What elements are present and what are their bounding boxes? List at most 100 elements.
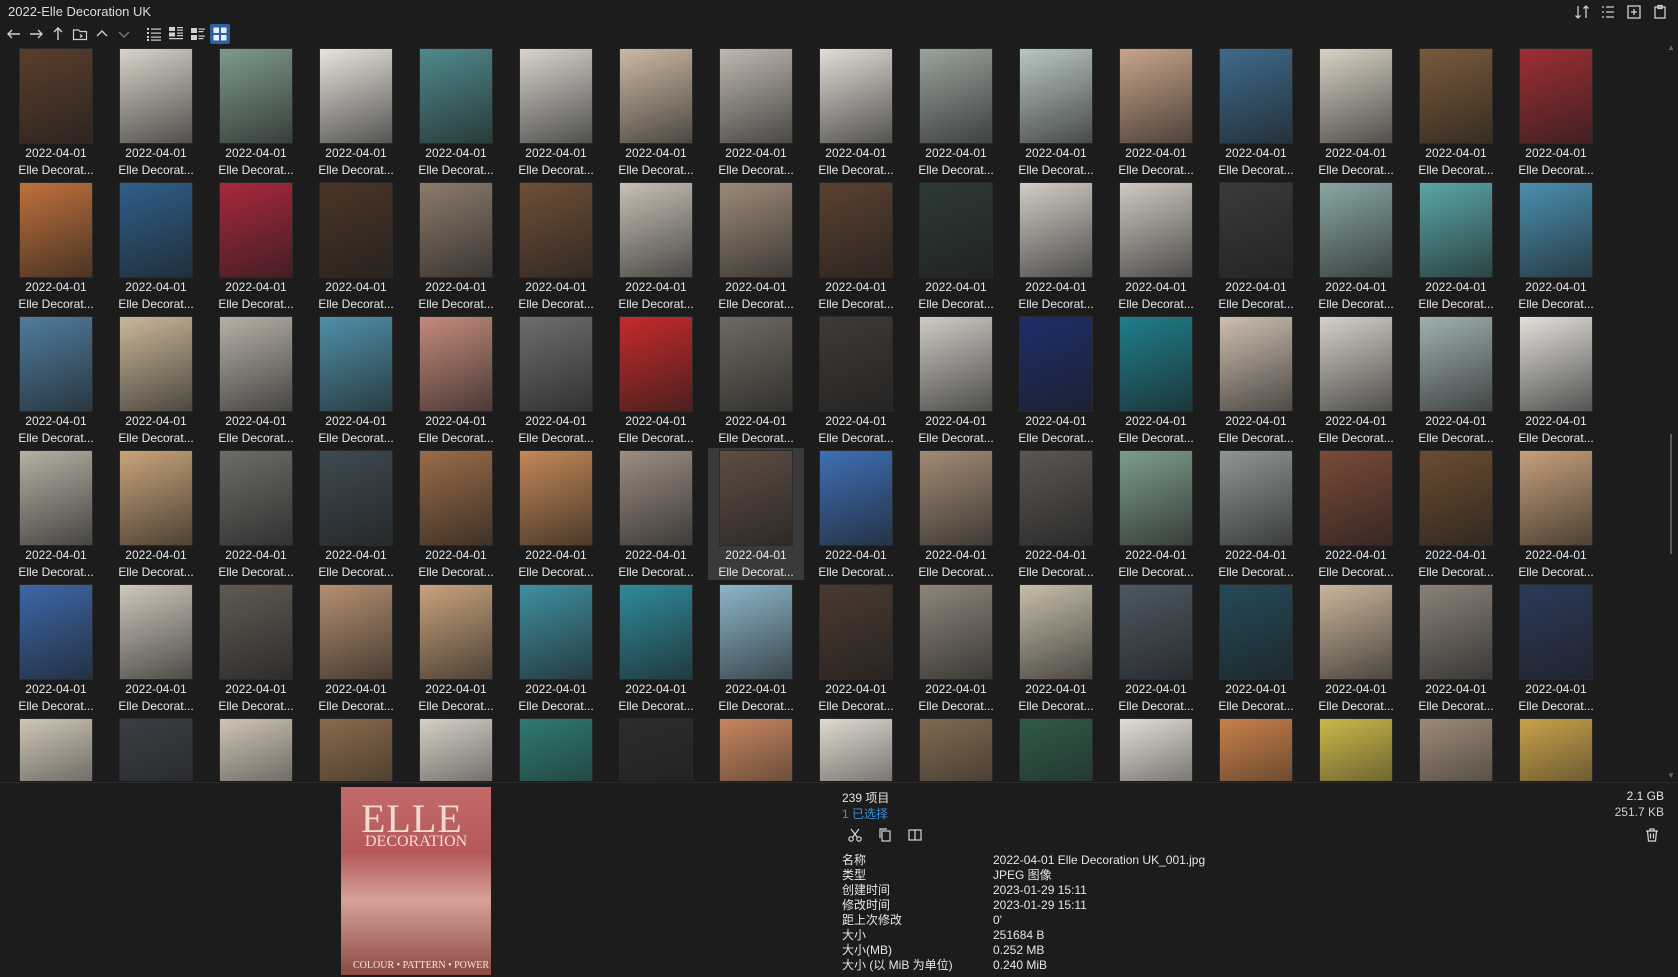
thumbnail-item[interactable]: 2022-04-01 Elle Decorat... [308, 180, 404, 312]
folder-icon[interactable] [70, 24, 90, 44]
thumbnail-item[interactable]: 2022-04-01 Elle Decorat... [1508, 180, 1604, 312]
thumbnail-item[interactable] [1308, 716, 1404, 781]
thumbnail-item[interactable]: 2022-04-01 Elle Decorat... [708, 180, 804, 312]
thumbnail-item[interactable]: 2022-04-01 Elle Decorat... [808, 314, 904, 446]
thumbnail-item[interactable]: 2022-04-01 Elle Decorat... [1008, 180, 1104, 312]
clipboard-icon[interactable] [1650, 2, 1670, 22]
thumbnail-item[interactable]: 2022-04-01 Elle Decorat... [108, 448, 204, 580]
copy-path-icon[interactable] [905, 825, 925, 845]
thumbnail-item[interactable]: 2022-04-01 Elle Decorat... [408, 448, 504, 580]
chevron-up-icon[interactable] [92, 24, 112, 44]
thumbnail-item[interactable]: 2022-04-01 Elle Decorat... [408, 46, 504, 178]
thumbnail-item[interactable]: 2022-04-01 Elle Decorat... [1108, 314, 1204, 446]
thumbnail-item[interactable]: 2022-04-01 Elle Decorat... [1408, 314, 1504, 446]
back-arrow-icon[interactable] [4, 24, 24, 44]
thumbnail-item[interactable]: 2022-04-01 Elle Decorat... [1008, 314, 1104, 446]
thumbnail-item[interactable]: 2022-04-01 Elle Decorat... [408, 180, 504, 312]
thumbnail-item[interactable]: 2022-04-01 Elle Decorat... [108, 46, 204, 178]
tiles-view-icon[interactable] [188, 24, 208, 44]
thumbnail-item[interactable]: 2022-04-01 Elle Decorat... [908, 448, 1004, 580]
thumbnail-item[interactable]: 2022-04-01 Elle Decorat... [808, 180, 904, 312]
thumbnail-item[interactable]: 2022-04-01 Elle Decorat... [208, 46, 304, 178]
thumbnail-item[interactable]: 2022-04-01 Elle Decorat... [1508, 448, 1604, 580]
chevron-down-icon[interactable] [114, 24, 134, 44]
thumbnail-item[interactable]: 2022-04-01 Elle Decorat... [908, 180, 1004, 312]
thumbnail-item[interactable] [8, 716, 104, 781]
thumbnail-item[interactable]: 2022-04-01 Elle Decorat... [808, 46, 904, 178]
thumbnail-item[interactable]: 2022-04-01 Elle Decorat... [8, 314, 104, 446]
thumbnail-item[interactable]: 2022-04-01 Elle Decorat... [1308, 180, 1404, 312]
thumbnail-item[interactable]: 2022-04-01 Elle Decorat... [1508, 46, 1604, 178]
thumbnail-item[interactable]: 2022-04-01 Elle Decorat... [1508, 582, 1604, 714]
thumbnail-item[interactable] [1008, 716, 1104, 781]
thumbnail-item[interactable]: 2022-04-01 Elle Decorat... [208, 314, 304, 446]
thumbnails-view-icon[interactable] [210, 24, 230, 44]
thumbnail-item[interactable]: 2022-04-01 Elle Decorat... [708, 448, 804, 580]
thumbnail-item[interactable]: 2022-04-01 Elle Decorat... [1308, 448, 1404, 580]
thumbnail-item[interactable]: 2022-04-01 Elle Decorat... [508, 582, 604, 714]
thumbnail-item[interactable]: 2022-04-01 Elle Decorat... [608, 448, 704, 580]
thumbnail-item[interactable]: 2022-04-01 Elle Decorat... [1008, 46, 1104, 178]
scroll-thumb[interactable] [1670, 434, 1672, 554]
list-view-icon[interactable] [144, 24, 164, 44]
scroll-down-icon[interactable]: ▼ [1667, 772, 1675, 780]
up-arrow-icon[interactable] [48, 24, 68, 44]
thumbnail-item[interactable]: 2022-04-01 Elle Decorat... [208, 180, 304, 312]
thumbnail-item[interactable]: 2022-04-01 Elle Decorat... [8, 46, 104, 178]
thumbnail-item[interactable]: 2022-04-01 Elle Decorat... [208, 448, 304, 580]
thumbnail-item[interactable]: 2022-04-01 Elle Decorat... [508, 314, 604, 446]
thumbnail-item[interactable]: 2022-04-01 Elle Decorat... [1008, 582, 1104, 714]
thumbnail-item[interactable]: 2022-04-01 Elle Decorat... [108, 582, 204, 714]
thumbnail-item[interactable]: 2022-04-01 Elle Decorat... [8, 180, 104, 312]
thumbnail-item[interactable] [908, 716, 1004, 781]
thumbnail-item[interactable]: 2022-04-01 Elle Decorat... [1408, 448, 1504, 580]
thumbnail-item[interactable]: 2022-04-01 Elle Decorat... [1008, 448, 1104, 580]
forward-arrow-icon[interactable] [26, 24, 46, 44]
thumbnail-item[interactable]: 2022-04-01 Elle Decorat... [308, 46, 404, 178]
vertical-scrollbar[interactable]: ▲ ▼ [1664, 42, 1678, 782]
thumbnail-item[interactable]: 2022-04-01 Elle Decorat... [508, 180, 604, 312]
thumbnail-item[interactable]: 2022-04-01 Elle Decorat... [608, 46, 704, 178]
thumbnail-item[interactable] [1108, 716, 1204, 781]
thumbnail-item[interactable]: 2022-04-01 Elle Decorat... [1508, 314, 1604, 446]
thumbnail-item[interactable] [1208, 716, 1304, 781]
thumbnail-item[interactable]: 2022-04-01 Elle Decorat... [1208, 46, 1304, 178]
thumbnail-item[interactable]: 2022-04-01 Elle Decorat... [1308, 46, 1404, 178]
thumbnail-item[interactable]: 2022-04-01 Elle Decorat... [1408, 180, 1504, 312]
copy-icon[interactable] [875, 825, 895, 845]
thumbnail-item[interactable]: 2022-04-01 Elle Decorat... [808, 582, 904, 714]
thumbnail-item[interactable]: 2022-04-01 Elle Decorat... [308, 448, 404, 580]
thumbnail-item[interactable]: 2022-04-01 Elle Decorat... [908, 46, 1004, 178]
thumbnail-item[interactable]: 2022-04-01 Elle Decorat... [108, 314, 204, 446]
delete-icon[interactable] [1642, 825, 1662, 845]
thumbnail-item[interactable]: 2022-04-01 Elle Decorat... [608, 582, 704, 714]
thumbnail-item[interactable]: 2022-04-01 Elle Decorat... [708, 314, 804, 446]
thumbnail-item[interactable]: 2022-04-01 Elle Decorat... [1308, 582, 1404, 714]
selected-count[interactable]: 1 已选择 [842, 805, 888, 822]
thumbnail-item[interactable]: 2022-04-01 Elle Decorat... [8, 448, 104, 580]
thumbnail-item[interactable] [408, 716, 504, 781]
new-tab-icon[interactable] [1624, 2, 1644, 22]
thumbnail-item[interactable]: 2022-04-01 Elle Decorat... [708, 46, 804, 178]
thumbnail-item[interactable]: 2022-04-01 Elle Decorat... [508, 46, 604, 178]
details-view-icon[interactable] [1598, 2, 1618, 22]
thumbnail-item[interactable]: 2022-04-01 Elle Decorat... [1108, 46, 1204, 178]
thumbnail-item[interactable] [508, 716, 604, 781]
thumbnail-item[interactable]: 2022-04-01 Elle Decorat... [708, 582, 804, 714]
thumbnail-item[interactable]: 2022-04-01 Elle Decorat... [1108, 180, 1204, 312]
details-view-icon[interactable] [166, 24, 186, 44]
thumbnail-item[interactable]: 2022-04-01 Elle Decorat... [1408, 46, 1504, 178]
thumbnail-item[interactable]: 2022-04-01 Elle Decorat... [508, 448, 604, 580]
thumbnail-item[interactable]: 2022-04-01 Elle Decorat... [908, 314, 1004, 446]
thumbnail-item[interactable] [1508, 716, 1604, 781]
thumbnail-item[interactable]: 2022-04-01 Elle Decorat... [408, 314, 504, 446]
thumbnail-item[interactable] [1408, 716, 1504, 781]
thumbnail-item[interactable]: 2022-04-01 Elle Decorat... [1208, 314, 1304, 446]
thumbnail-item[interactable]: 2022-04-01 Elle Decorat... [608, 314, 704, 446]
thumbnail-item[interactable]: 2022-04-01 Elle Decorat... [408, 582, 504, 714]
thumbnail-item[interactable]: 2022-04-01 Elle Decorat... [208, 582, 304, 714]
thumbnail-item[interactable] [308, 716, 404, 781]
scroll-up-icon[interactable]: ▲ [1667, 44, 1675, 52]
thumbnail-item[interactable]: 2022-04-01 Elle Decorat... [1208, 448, 1304, 580]
thumbnail-item[interactable]: 2022-04-01 Elle Decorat... [1308, 314, 1404, 446]
